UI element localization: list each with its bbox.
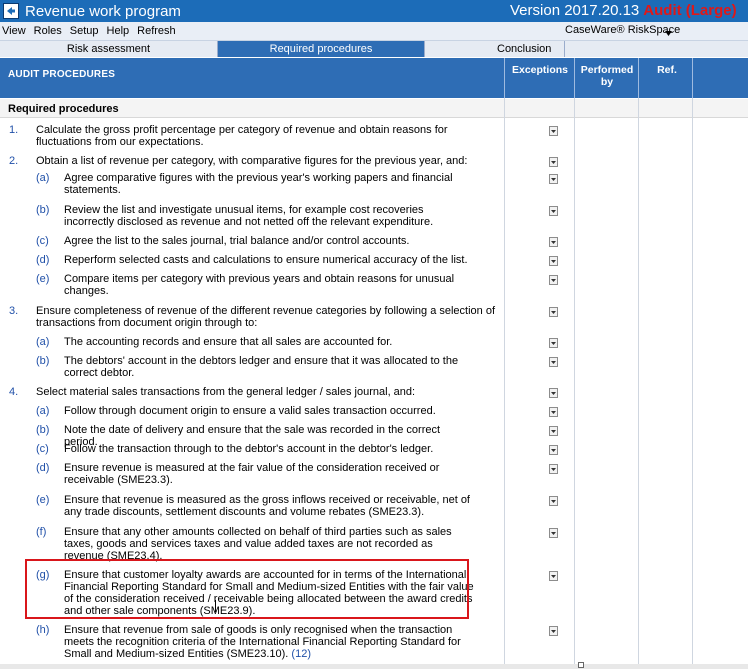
version-label: Version 2017.20.13 Audit (Large) [510,2,737,19]
riskspace-menu[interactable]: CaseWare® RiskSpace [565,24,680,36]
menu-view[interactable]: View [0,25,30,37]
row-number: (e) [36,494,50,506]
menu-setup[interactable]: Setup [66,25,103,37]
procedure-text: Follow the transaction through to the de… [64,443,434,455]
exceptions-dropdown[interactable] [549,237,558,247]
title-bar: Revenue work program Version 2017.20.13 A… [0,0,748,22]
audit-label: Audit (Large) [643,2,737,19]
row-number: (d) [36,254,50,266]
exceptions-dropdown[interactable] [549,407,558,417]
procedure-text: Obtain a list of revenue per category, w… [36,155,468,167]
back-arrow-icon[interactable] [3,3,19,19]
row-number: (b) [36,204,50,216]
row-number: (a) [36,172,50,184]
tab-bar: Risk assessment Required procedures Conc… [0,41,748,57]
row-number: (b) [36,424,50,436]
menu-help[interactable]: Help [103,25,134,37]
menu-roles[interactable]: Roles [30,25,66,37]
header-divider [692,58,693,98]
procedure-text: Agree comparative figures with the previ… [64,172,453,196]
row-number: (h) [36,624,50,636]
tab-required-procedures[interactable]: Required procedures [218,41,425,57]
procedure-text: Compare items per category with previous… [64,273,455,297]
procedure-text: Ensure completeness of revenue of the di… [36,305,496,329]
exceptions-dropdown[interactable] [549,256,558,266]
exceptions-dropdown[interactable] [549,157,558,167]
row-number: (a) [36,336,50,348]
exceptions-dropdown[interactable] [549,275,558,285]
horizontal-scrollbar[interactable] [0,664,748,669]
header-performed-by: Performed by [580,64,634,88]
grid-line [692,98,693,664]
grid-line [574,98,575,664]
scrollbar-thumb[interactable] [578,662,584,668]
exceptions-dropdown[interactable] [549,464,558,474]
menu-refresh[interactable]: Refresh [133,25,180,37]
text-cursor [215,600,216,612]
procedure-text: Reperform selected casts and calculation… [64,254,468,266]
column-header: AUDIT PROCEDURES Exceptions Performed by… [0,58,748,98]
tab-filler [565,41,748,57]
row-number: 2. [9,155,19,167]
procedure-text: Select material sales transactions from … [36,386,416,398]
exceptions-dropdown[interactable] [549,626,558,636]
exceptions-dropdown[interactable] [549,307,558,317]
header-divider [504,58,505,98]
exceptions-dropdown[interactable] [549,496,558,506]
row-number: (d) [36,462,50,474]
section-title: Required procedures [8,103,119,115]
header-divider [574,58,575,98]
exceptions-dropdown[interactable] [549,571,558,581]
procedure-text: Review the list and investigate unusual … [64,204,434,228]
chevron-down-icon[interactable] [665,27,672,39]
procedure-text: Ensure that revenue from sale of goods i… [64,624,461,660]
exceptions-dropdown[interactable] [549,126,558,136]
exceptions-dropdown[interactable] [549,338,558,348]
procedure-text: Ensure revenue is measured at the fair v… [64,462,440,486]
exceptions-dropdown[interactable] [549,426,558,436]
highlight-box [25,559,469,619]
procedure-text: The debtors' account in the debtors ledg… [64,355,459,379]
row-number: 1. [9,124,19,136]
exceptions-dropdown[interactable] [549,528,558,538]
procedure-text: Ensure that revenue is measured as the g… [64,494,470,518]
header-ref: Ref. [657,64,677,76]
exceptions-dropdown[interactable] [549,174,558,184]
tab-conclusion[interactable]: Conclusion [425,41,565,57]
exceptions-dropdown[interactable] [549,445,558,455]
exceptions-dropdown[interactable] [549,206,558,216]
tab-risk-assessment[interactable]: Risk assessment [0,41,218,57]
header-divider [638,58,639,98]
row-number: 3. [9,305,19,317]
row-number: (e) [36,273,50,285]
header-audit-procedures: AUDIT PROCEDURES [8,69,116,80]
exceptions-dropdown[interactable] [549,388,558,398]
row-number: (c) [36,443,49,455]
grid-line [504,98,505,664]
procedure-text: Agree the list to the sales journal, tri… [64,235,410,247]
procedure-text: Ensure that any other amounts collected … [64,526,452,562]
row-number: 4. [9,386,19,398]
exceptions-dropdown[interactable] [549,357,558,367]
procedure-text: Follow through document origin to ensure… [64,405,436,417]
procedure-text: Calculate the gross profit percentage pe… [36,124,448,148]
procedure-text: The accounting records and ensure that a… [64,336,393,348]
reference-link[interactable]: (12) [288,648,311,660]
row-number: (c) [36,235,49,247]
row-number: (a) [36,405,50,417]
window-title: Revenue work program [25,2,181,20]
header-exceptions: Exceptions [511,64,569,76]
row-number: (b) [36,355,50,367]
grid-line [638,98,639,664]
row-number: (f) [36,526,47,538]
